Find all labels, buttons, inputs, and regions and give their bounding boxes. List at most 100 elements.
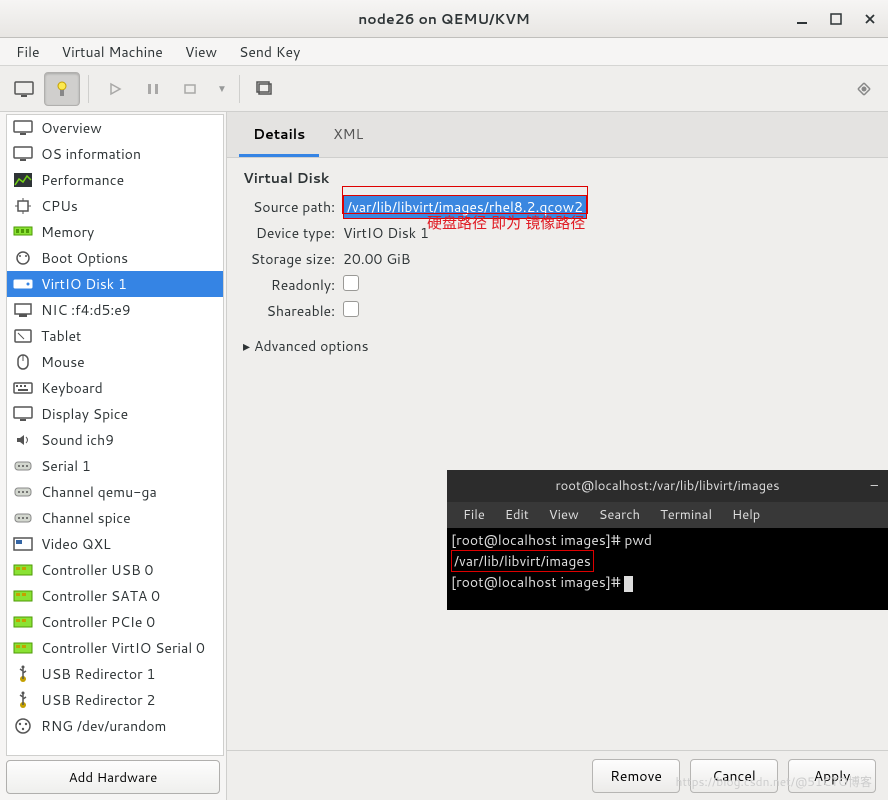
terminal-menu-terminal[interactable]: Terminal	[650, 503, 722, 527]
sidebar-item-channel-spice[interactable]: Channel spice	[7, 505, 223, 531]
terminal-menu-view[interactable]: View	[539, 503, 589, 527]
terminal-window: root@localhost:/var/lib/libvirt/images –…	[447, 470, 888, 610]
sidebar-item-label: Keyboard	[41, 378, 103, 398]
terminal-title: root@localhost:/var/lib/libvirt/images	[555, 477, 779, 495]
sidebar-item-virtio-disk-1[interactable]: VirtIO Disk 1	[7, 271, 223, 297]
snapshot-button[interactable]	[248, 72, 284, 106]
sidebar-item-label: USB Redirector 2	[41, 690, 155, 710]
terminal-cmd: pwd	[624, 530, 652, 550]
pause-button[interactable]	[135, 72, 171, 106]
controller-icon	[11, 586, 35, 606]
sidebar-item-label: Controller VirtIO Serial 0	[41, 638, 205, 658]
tab-xml[interactable]: XML	[319, 116, 377, 157]
monitor-icon	[11, 118, 35, 138]
sidebar-item-memory[interactable]: Memory	[7, 219, 223, 245]
controller-icon	[11, 612, 35, 632]
run-button[interactable]	[97, 72, 133, 106]
sidebar-item-controller-usb-0[interactable]: Controller USB 0	[7, 557, 223, 583]
usb-icon	[11, 664, 35, 684]
chart-icon	[11, 170, 35, 190]
sidebar-item-tablet[interactable]: Tablet	[7, 323, 223, 349]
shareable-checkbox[interactable]	[343, 301, 359, 317]
advanced-options-expander[interactable]: ▸ Advanced options	[243, 336, 872, 356]
terminal-minimize-button[interactable]: –	[871, 477, 878, 495]
sidebar-item-label: Controller PCIe 0	[41, 612, 155, 632]
remove-button[interactable]: Remove	[592, 759, 680, 793]
shutdown-button[interactable]	[173, 72, 209, 106]
sidebar-item-rng-dev-urandom[interactable]: RNG /dev/urandom	[7, 713, 223, 739]
terminal-menu-help[interactable]: Help	[722, 503, 770, 527]
sidebar-item-display-spice[interactable]: Display Spice	[7, 401, 223, 427]
menu-view[interactable]: View	[175, 38, 227, 65]
sidebar-item-controller-sata-0[interactable]: Controller SATA 0	[7, 583, 223, 609]
toolbar-separator	[88, 75, 89, 103]
readonly-label: Readonly:	[243, 275, 343, 295]
sidebar-item-label: USB Redirector 1	[41, 664, 155, 684]
section-title: Virtual Disk	[243, 168, 872, 188]
sidebar-item-mouse[interactable]: Mouse	[7, 349, 223, 375]
sidebar-item-label: NIC :f4:d5:e9	[41, 300, 131, 320]
menu-send-key[interactable]: Send Key	[229, 38, 310, 65]
sidebar-item-label: Controller USB 0	[41, 560, 153, 580]
sidebar-item-serial-1[interactable]: Serial 1	[7, 453, 223, 479]
sidebar-item-usb-redirector-1[interactable]: USB Redirector 1	[7, 661, 223, 687]
sidebar-item-controller-pcie-0[interactable]: Controller PCIe 0	[7, 609, 223, 635]
tablet-icon	[11, 326, 35, 346]
controller-icon	[11, 560, 35, 580]
hardware-sidebar: Overview OS information Performance CPUs Mem…	[0, 112, 227, 800]
channel-icon	[11, 482, 35, 502]
tab-details[interactable]: Details	[239, 116, 319, 157]
sidebar-item-label: Memory	[41, 222, 94, 242]
sidebar-item-label: Tablet	[41, 326, 81, 346]
window-minimize-button[interactable]	[788, 5, 816, 33]
terminal-cursor	[624, 576, 633, 592]
details-view-button[interactable]	[44, 72, 80, 106]
cpu-icon	[11, 196, 35, 216]
sidebar-item-keyboard[interactable]: Keyboard	[7, 375, 223, 401]
sidebar-item-label: RNG /dev/urandom	[41, 716, 166, 736]
sidebar-item-label: Performance	[41, 170, 124, 190]
terminal-titlebar[interactable]: root@localhost:/var/lib/libvirt/images –	[447, 470, 888, 502]
display-icon	[11, 404, 35, 424]
sidebar-item-label: Mouse	[41, 352, 85, 372]
boot-icon	[11, 248, 35, 268]
sidebar-item-nic-f4-d5-e9[interactable]: NIC :f4:d5:e9	[7, 297, 223, 323]
usb-icon	[11, 690, 35, 710]
window-close-button[interactable]	[856, 5, 884, 33]
menu-file[interactable]: File	[6, 38, 50, 65]
sidebar-item-controller-virtio-serial-0[interactable]: Controller VirtIO Serial 0	[7, 635, 223, 661]
sidebar-item-label: Channel qemu-ga	[41, 482, 157, 502]
sidebar-item-label: CPUs	[41, 196, 78, 216]
keyboard-icon	[11, 378, 35, 398]
console-view-button[interactable]	[6, 72, 42, 106]
menu-virtual-machine[interactable]: Virtual Machine	[52, 38, 173, 65]
sidebar-item-label: OS information	[41, 144, 141, 164]
window-maximize-button[interactable]	[822, 5, 850, 33]
sidebar-item-channel-qemu-ga[interactable]: Channel qemu-ga	[7, 479, 223, 505]
sidebar-item-os-information[interactable]: OS information	[7, 141, 223, 167]
sidebar-item-overview[interactable]: Overview	[7, 115, 223, 141]
details-pane: Details XML Virtual Disk Source path: /v…	[227, 112, 888, 800]
sidebar-item-label: Sound ich9	[41, 430, 114, 450]
terminal-prompt: [root@localhost images]#	[451, 530, 624, 550]
terminal-menu-edit[interactable]: Edit	[495, 503, 539, 527]
sidebar-item-sound-ich9[interactable]: Sound ich9	[7, 427, 223, 453]
sidebar-item-cpus[interactable]: CPUs	[7, 193, 223, 219]
terminal-menu-file[interactable]: File	[453, 503, 495, 527]
add-hardware-button[interactable]: Add Hardware	[6, 760, 220, 794]
fullscreen-button[interactable]	[846, 72, 882, 106]
sidebar-item-usb-redirector-2[interactable]: USB Redirector 2	[7, 687, 223, 713]
readonly-checkbox[interactable]	[343, 275, 359, 291]
shutdown-menu-button[interactable]: ▼	[211, 72, 231, 106]
terminal-menu-search[interactable]: Search	[589, 503, 650, 527]
sidebar-item-video-qxl[interactable]: Video QXL	[7, 531, 223, 557]
annotation-text: 硬盘路径 即为 镜像路径	[427, 212, 585, 233]
sidebar-item-boot-options[interactable]: Boot Options	[7, 245, 223, 271]
sidebar-item-performance[interactable]: Performance	[7, 167, 223, 193]
device-type-label: Device type:	[243, 223, 343, 243]
sidebar-item-label: VirtIO Disk 1	[41, 274, 127, 294]
menubar: File Virtual Machine View Send Key	[0, 38, 888, 66]
sidebar-item-label: Display Spice	[41, 404, 128, 424]
device-type-value: VirtIO Disk 1	[343, 223, 872, 243]
terminal-body[interactable]: [root@localhost images]# pwd /var/lib/li…	[447, 528, 888, 610]
